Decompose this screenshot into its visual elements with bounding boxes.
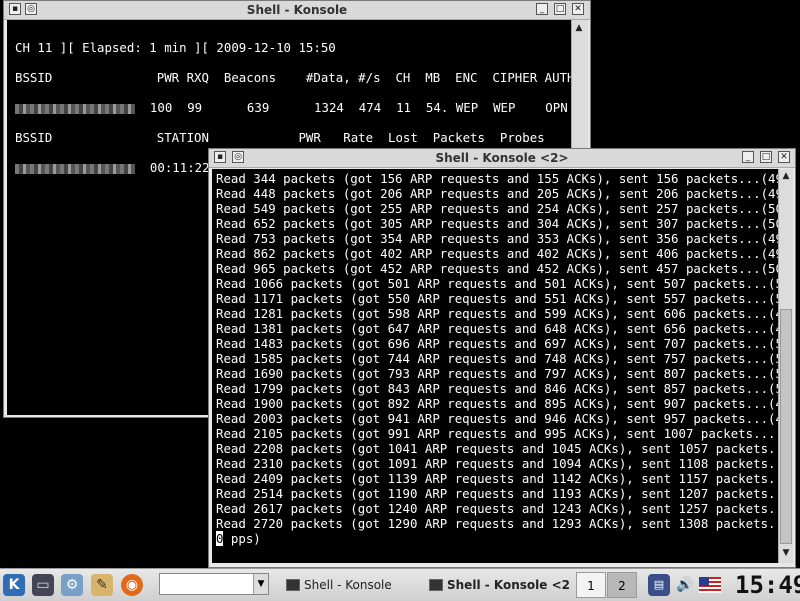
terminal-line: BSSID STATION PWR Rate Lost Packets Prob…	[15, 130, 545, 145]
flag-canton	[699, 577, 709, 586]
minimize-icon[interactable]: _	[742, 151, 754, 163]
scroll-up-icon[interactable]: ▲	[573, 22, 585, 34]
scroll-thumb[interactable]	[780, 309, 792, 544]
log-line: Read 2720 packets (got 1290 ARP requests…	[216, 516, 778, 531]
log-line: Read 2310 packets (got 1091 ARP requests…	[216, 456, 778, 471]
log-line: Read 2617 packets (got 1240 ARP requests…	[216, 501, 778, 516]
task-label: Shell - Konsole	[304, 578, 392, 592]
log-line: Read 1066 packets (got 501 ARP requests …	[216, 276, 778, 291]
volume-icon[interactable]: 🔊	[674, 574, 696, 596]
log-line: Read 2105 packets (got 991 ARP requests …	[216, 426, 778, 441]
log-line: Read 1585 packets (got 744 ARP requests …	[216, 351, 778, 366]
prompt-line: 0 pps)	[216, 531, 778, 546]
log-line: Read 1799 packets (got 843 ARP requests …	[216, 381, 778, 396]
log-line: Read 2003 packets (got 941 ARP requests …	[216, 411, 778, 426]
taskbar: K ▭ ⚙ ✎ ◉ ▼ Shell - Konsole Shell - Kons…	[0, 568, 800, 601]
maximize-icon[interactable]: □	[554, 3, 566, 15]
terminal-icon	[286, 579, 300, 591]
chevron-down-icon[interactable]: ▼	[253, 574, 268, 594]
log-line: Read 549 packets (got 255 ARP requests a…	[216, 201, 778, 216]
prompt-text: pps)	[223, 531, 261, 546]
terminal-icon	[429, 579, 443, 591]
window-titlebar[interactable]: ▪ ◎ Shell - Konsole <2> _ □ ✕	[209, 149, 795, 168]
command-input[interactable]: ▼	[159, 573, 269, 595]
redacted-bssid	[15, 103, 135, 114]
log-line: Read 344 packets (got 156 ARP requests a…	[216, 171, 778, 186]
close-icon[interactable]: ✕	[778, 151, 790, 163]
log-line: Read 448 packets (got 206 ARP requests a…	[216, 186, 778, 201]
window-titlebar[interactable]: ▪ ◎ Shell - Konsole _ □ ✕	[4, 1, 590, 20]
keyboard-flag-icon[interactable]	[699, 577, 721, 593]
konsole-window-2[interactable]: ▪ ◎ Shell - Konsole <2> _ □ ✕ Read 344 p…	[208, 148, 796, 568]
log-line: Read 1483 packets (got 696 ARP requests …	[216, 336, 778, 351]
terminal-line: 00:11:22:	[15, 160, 217, 175]
log-line: Read 2514 packets (got 1190 ARP requests…	[216, 486, 778, 501]
scrollbar[interactable]: ▲ ▼	[778, 169, 793, 563]
log-line: Read 1281 packets (got 598 ARP requests …	[216, 306, 778, 321]
log-line: Read 1690 packets (got 793 ARP requests …	[216, 366, 778, 381]
pager-desktop-1[interactable]: 1	[576, 572, 606, 598]
log-line: Read 753 packets (got 354 ARP requests a…	[216, 231, 778, 246]
window-title: Shell - Konsole <2>	[435, 151, 569, 165]
minimize-icon[interactable]: _	[536, 3, 548, 15]
close-icon[interactable]: ✕	[572, 3, 584, 15]
task-button-konsole-2[interactable]: Shell - Konsole <2	[425, 574, 573, 596]
log-line: Read 1171 packets (got 550 ARP requests …	[216, 291, 778, 306]
terminal-line: CH 11 ][ Elapsed: 1 min ][ 2009-12-10 15…	[15, 40, 336, 55]
network-icon[interactable]: ▤	[648, 574, 670, 596]
kde-menu-icon[interactable]: K	[3, 574, 25, 596]
log-line: Read 862 packets (got 402 ARP requests a…	[216, 246, 778, 261]
log-line: Read 965 packets (got 452 ARP requests a…	[216, 261, 778, 276]
log-line: Read 1381 packets (got 647 ARP requests …	[216, 321, 778, 336]
task-label: Shell - Konsole <2	[447, 578, 570, 592]
pager-desktop-2[interactable]: 2	[607, 572, 637, 598]
log-line: Read 1900 packets (got 892 ARP requests …	[216, 396, 778, 411]
scroll-down-icon[interactable]: ▼	[780, 547, 792, 559]
settings-icon[interactable]: ⚙	[61, 574, 83, 596]
maximize-icon[interactable]: □	[760, 151, 772, 163]
redacted-bssid	[15, 163, 135, 174]
terminal-line: 100 99 639 1324 474 11 54. WEP WEP OPN A	[15, 100, 571, 115]
window-title: Shell - Konsole	[246, 3, 348, 17]
firefox-icon[interactable]: ◉	[121, 574, 143, 596]
scroll-up-icon[interactable]: ▲	[780, 170, 792, 182]
terminal-area[interactable]: Read 344 packets (got 156 ARP requests a…	[212, 169, 778, 563]
log-line: Read 2208 packets (got 1041 ARP requests…	[216, 441, 778, 456]
task-button-konsole-1[interactable]: Shell - Konsole	[282, 574, 422, 596]
log-line: Read 2409 packets (got 1139 ARP requests…	[216, 471, 778, 486]
desktop: ▪ ◎ Shell - Konsole _ □ ✕ CH 11 ][ Elaps…	[0, 0, 800, 568]
file-manager-icon[interactable]: ✎	[91, 574, 113, 596]
terminal-line: BSSID PWR RXQ Beacons #Data, #/s CH MB E…	[15, 70, 571, 85]
clock[interactable]: 15:49	[735, 571, 800, 599]
desktop-icon[interactable]: ▭	[32, 574, 54, 596]
log-line: Read 652 packets (got 305 ARP requests a…	[216, 216, 778, 231]
log-output: Read 344 packets (got 156 ARP requests a…	[216, 171, 778, 546]
